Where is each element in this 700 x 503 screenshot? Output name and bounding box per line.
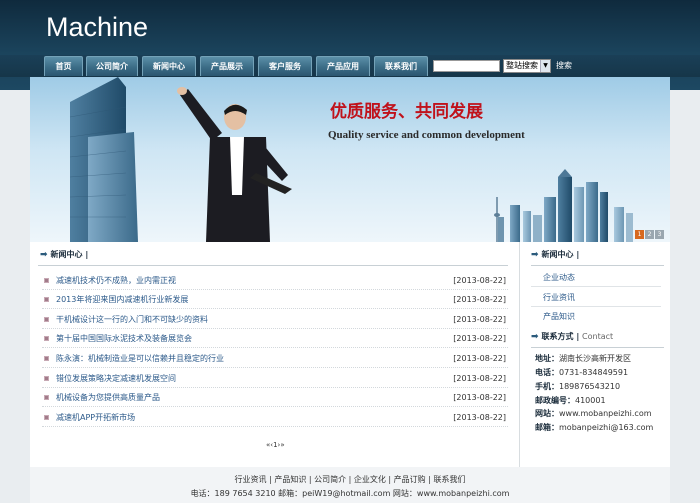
news-item-title[interactable]: 干机械设计这一行的入门和不可缺少的资料 [56, 310, 208, 329]
bullet-icon [44, 317, 49, 322]
banner-pagination: 123 [634, 229, 664, 239]
bullet-icon [44, 297, 49, 302]
bullet-icon [44, 356, 49, 361]
sidebar: ➡ 新闻中心 | 企业动态 行业资讯 产品知识 ➡ 联系方式 | Contact 地… [527, 242, 670, 467]
news-item[interactable]: 第十届中国国际水泥技术及装备展览会 [2013-08-22] [42, 329, 508, 348]
header: Machine [0, 0, 700, 58]
contact-heading: ➡ 联系方式 | Contact [531, 332, 614, 342]
news-item-date: [2013-08-22] [453, 334, 506, 343]
news-heading: ➡ 新闻中心 | [40, 250, 89, 260]
banner-dot-1[interactable]: 1 [635, 230, 644, 239]
divider [531, 347, 664, 348]
news-item-title[interactable]: 减速机技术仍不成熟，业内需正视 [56, 271, 176, 290]
news-item-date: [2013-08-22] [453, 276, 506, 285]
sidebar-item-company-news[interactable]: 企业动态 [543, 272, 575, 283]
search-scope-select[interactable]: 整站搜索 ▼ [503, 59, 551, 73]
news-item[interactable]: 干机械设计这一行的入门和不可缺少的资料 [2013-08-22] [42, 310, 508, 329]
search-button[interactable]: 搜索 [556, 60, 572, 71]
news-section: ➡ 新闻中心 | 减速机技术仍不成熟，业内需正视 [2013-08-22] 201… [30, 242, 520, 467]
contact-mobile: 手机：189876543210 [535, 382, 621, 391]
contact-email: 邮箱：mobanpeizhi@163.com [535, 423, 654, 432]
news-item-date: [2013-08-22] [453, 374, 506, 383]
news-item-date: [2013-08-22] [453, 393, 506, 402]
footer-link-contact[interactable]: 联系我们 [433, 475, 465, 484]
bullet-icon [44, 376, 49, 381]
arrow-right-icon: ➡ [531, 332, 539, 342]
arrow-right-icon: ➡ [40, 250, 48, 260]
contact-phone: 电话：0731-834849591 [535, 368, 629, 377]
divider [38, 265, 508, 266]
nav-item-products[interactable]: 产品展示 [200, 56, 254, 76]
banner-dot-3[interactable]: 3 [655, 230, 664, 239]
pagination[interactable]: «‹1›» [266, 441, 285, 449]
news-item-date: [2013-08-22] [453, 413, 506, 422]
news-item[interactable]: 2013年将迎来国内减速机行业新发展 [2013-08-22] [42, 290, 508, 309]
divider [531, 306, 661, 307]
nav-item-contact[interactable]: 联系我们 [374, 56, 428, 76]
news-item-title[interactable]: 2013年将迎来国内减速机行业新发展 [56, 290, 188, 309]
bullet-icon [44, 336, 49, 341]
news-item-date: [2013-08-22] [453, 295, 506, 304]
search-input[interactable] [433, 60, 500, 72]
side-news-heading: ➡ 新闻中心 | [531, 250, 580, 260]
chevron-down-icon: ▼ [540, 60, 550, 72]
contact-postcode: 邮政编号：410001 [535, 396, 606, 405]
footer-link-order[interactable]: 产品订购 [394, 475, 426, 484]
site-logo[interactable]: Machine [46, 12, 148, 43]
news-item[interactable]: 陈永演：机械制造业是可以信赖并且稳定的行业 [2013-08-22] [42, 349, 508, 368]
bullet-icon [44, 395, 49, 400]
nav-item-applications[interactable]: 产品应用 [316, 56, 370, 76]
contact-address: 地址：湖南长沙高新开发区 [535, 354, 631, 363]
news-item-date: [2013-08-22] [453, 315, 506, 324]
footer-links: 行业资讯 | 产品知识 | 公司简介 | 企业文化 | 产品订购 | 联系我们 [234, 475, 466, 484]
news-item-title[interactable]: 机械设备为您提供高质量产品 [56, 388, 160, 407]
footer-link-about[interactable]: 公司简介 [314, 475, 346, 484]
footer-contact: 电话：189 7654 3210 邮箱：peiW19@hotmail.com 网… [190, 489, 510, 498]
news-item[interactable]: 减速机APP开拓新市场 [2013-08-22] [42, 408, 508, 427]
news-item[interactable]: 错位发展策略决定减速机发展空间 [2013-08-22] [42, 369, 508, 388]
footer: 行业资讯 | 产品知识 | 公司简介 | 企业文化 | 产品订购 | 联系我们 … [30, 467, 670, 503]
nav-item-about[interactable]: 公司简介 [86, 56, 138, 76]
nav-item-service[interactable]: 客户服务 [258, 56, 312, 76]
banner-title: 优质服务、共同发展 [330, 102, 483, 122]
bullet-icon [44, 415, 49, 420]
bullet-icon [44, 278, 49, 283]
news-item[interactable]: 机械设备为您提供高质量产品 [2013-08-22] [42, 388, 508, 407]
footer-link-industry-news[interactable]: 行业资讯 [235, 475, 267, 484]
news-item-title[interactable]: 第十届中国国际水泥技术及装备展览会 [56, 329, 192, 348]
news-item[interactable]: 减速机技术仍不成熟，业内需正视 [2013-08-22] [42, 271, 508, 290]
footer-link-product-knowledge[interactable]: 产品知识 [274, 475, 306, 484]
divider [531, 286, 661, 287]
search-scope-value: 整站搜索 [506, 61, 538, 70]
news-item-title[interactable]: 陈永演：机械制造业是可以信赖并且稳定的行业 [56, 349, 224, 368]
divider [531, 265, 664, 266]
arrow-right-icon: ➡ [531, 250, 539, 260]
footer-link-culture[interactable]: 企业文化 [354, 475, 386, 484]
banner-dot-2[interactable]: 2 [645, 230, 654, 239]
news-item-title[interactable]: 减速机APP开拓新市场 [56, 408, 135, 427]
news-item-date: [2013-08-22] [453, 354, 506, 363]
sidebar-item-industry-news[interactable]: 行业资讯 [543, 292, 575, 303]
banner-subtitle: Quality service and common development [328, 129, 525, 141]
main-nav: 首页 公司简介 新闻中心 产品展示 客户服务 产品应用 联系我们 [0, 55, 700, 77]
contact-website: 网站：www.mobanpeizhi.com [535, 409, 652, 418]
news-item-title[interactable]: 错位发展策略决定减速机发展空间 [56, 369, 176, 388]
banner: 优质服务、共同发展 Quality service and common dev… [30, 77, 670, 242]
sidebar-item-product-knowledge[interactable]: 产品知识 [543, 311, 575, 322]
nav-item-news[interactable]: 新闻中心 [142, 56, 196, 76]
main-content: ➡ 新闻中心 | 减速机技术仍不成熟，业内需正视 [2013-08-22] 201… [30, 242, 670, 467]
nav-item-home[interactable]: 首页 [44, 56, 83, 76]
